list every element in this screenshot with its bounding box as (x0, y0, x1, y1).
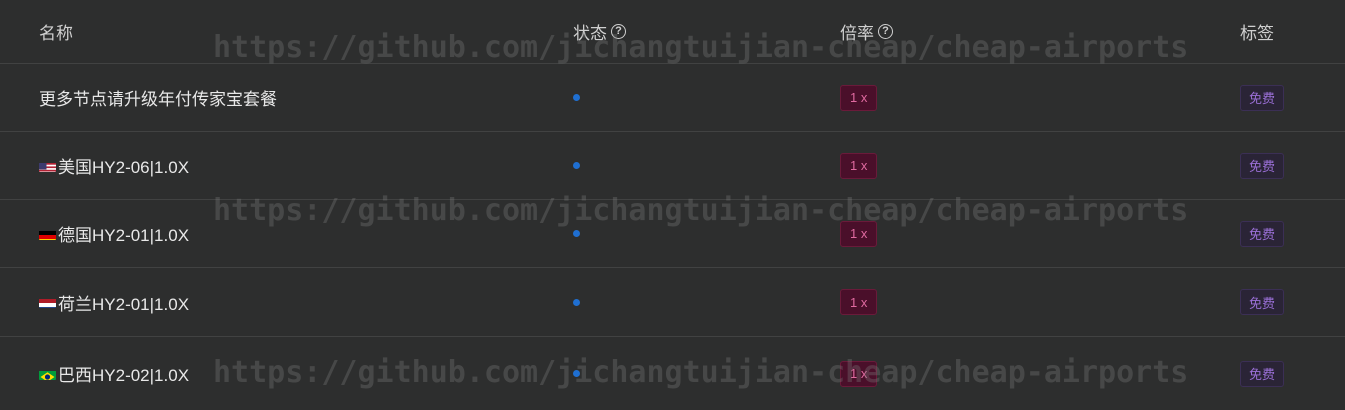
tag-cell: 免费 (1240, 64, 1285, 131)
status-dot-icon (573, 370, 580, 377)
status-cell (573, 64, 580, 131)
status-dot-icon (573, 162, 580, 169)
status-dot-icon (573, 298, 580, 306)
header-name: 名称 (39, 0, 73, 63)
header-status: 状态 ? (573, 0, 626, 63)
header-tag-label: 标签 (1240, 24, 1274, 43)
table-row[interactable]: 美国HY2-06|1.0X 1 x 免费 (0, 132, 1345, 200)
status-dot-icon (573, 94, 580, 101)
header-name-label: 名称 (39, 24, 73, 43)
table-row[interactable]: 荷兰HY2-01|1.0X 1 x 免费 (0, 268, 1345, 337)
node-name: 荷兰HY2-01|1.0X (58, 294, 190, 314)
tag-badge: 免费 (1240, 152, 1285, 179)
tag-badge: 免费 (1240, 360, 1285, 387)
status-cell (573, 200, 580, 267)
rate-cell: 1 x (840, 64, 878, 131)
nl-flag-icon (39, 296, 56, 308)
node-name-cell: 荷兰HY2-01|1.0X (39, 268, 189, 336)
node-name: 巴西HY2-02|1.0X (58, 366, 190, 385)
tag-cell: 免费 (1240, 337, 1285, 410)
node-name-cell: 巴西HY2-02|1.0X (39, 337, 189, 410)
table-row[interactable]: 更多节点请升级年付传家宝套餐 1 x 免费 (0, 64, 1345, 132)
status-dot-icon (573, 230, 580, 237)
node-name: 德国HY2-01|1.0X (58, 226, 190, 245)
table-header: 名称 状态 ? 倍率 ? 标签 (0, 0, 1345, 64)
header-rate-label: 倍率 (840, 24, 874, 43)
table-row[interactable]: 德国HY2-01|1.0X 1 x 免费 (0, 200, 1345, 268)
node-name: 更多节点请升级年付传家宝套餐 (39, 90, 277, 109)
node-name-cell: 德国HY2-01|1.0X (39, 200, 189, 267)
tag-cell: 免费 (1240, 132, 1285, 199)
tag-badge: 免费 (1240, 220, 1285, 247)
header-rate: 倍率 ? (840, 0, 893, 63)
rate-cell: 1 x (840, 337, 878, 410)
us-flag-icon (39, 160, 56, 172)
rate-badge: 1 x (840, 152, 878, 179)
node-name-cell: 美国HY2-06|1.0X (39, 132, 189, 199)
help-icon[interactable]: ? (611, 24, 626, 39)
rate-badge: 1 x (840, 360, 878, 387)
node-table: 名称 状态 ? 倍率 ? 标签 更多节点请升级年付传家宝套餐 1 x 免费 美国… (0, 0, 1345, 410)
rate-badge: 1 x (840, 220, 878, 247)
node-name-cell: 更多节点请升级年付传家宝套餐 (39, 64, 277, 131)
rate-badge: 1 x (840, 289, 878, 315)
tag-badge: 免费 (1240, 84, 1285, 111)
tag-cell: 免费 (1240, 268, 1285, 336)
status-cell (573, 337, 580, 410)
header-status-label: 状态 (573, 24, 607, 43)
rate-cell: 1 x (840, 132, 878, 199)
tag-badge: 免费 (1240, 289, 1285, 315)
header-tag: 标签 (1240, 0, 1274, 63)
status-cell (573, 132, 580, 199)
table-row[interactable]: 巴西HY2-02|1.0X 1 x 免费 (0, 337, 1345, 410)
de-flag-icon (39, 228, 56, 240)
rate-cell: 1 x (840, 268, 878, 336)
help-icon[interactable]: ? (878, 24, 893, 39)
tag-cell: 免费 (1240, 200, 1285, 267)
br-flag-icon (39, 368, 56, 380)
rate-cell: 1 x (840, 200, 878, 267)
node-name: 美国HY2-06|1.0X (58, 158, 190, 177)
status-cell (573, 268, 580, 336)
rate-badge: 1 x (840, 84, 878, 111)
